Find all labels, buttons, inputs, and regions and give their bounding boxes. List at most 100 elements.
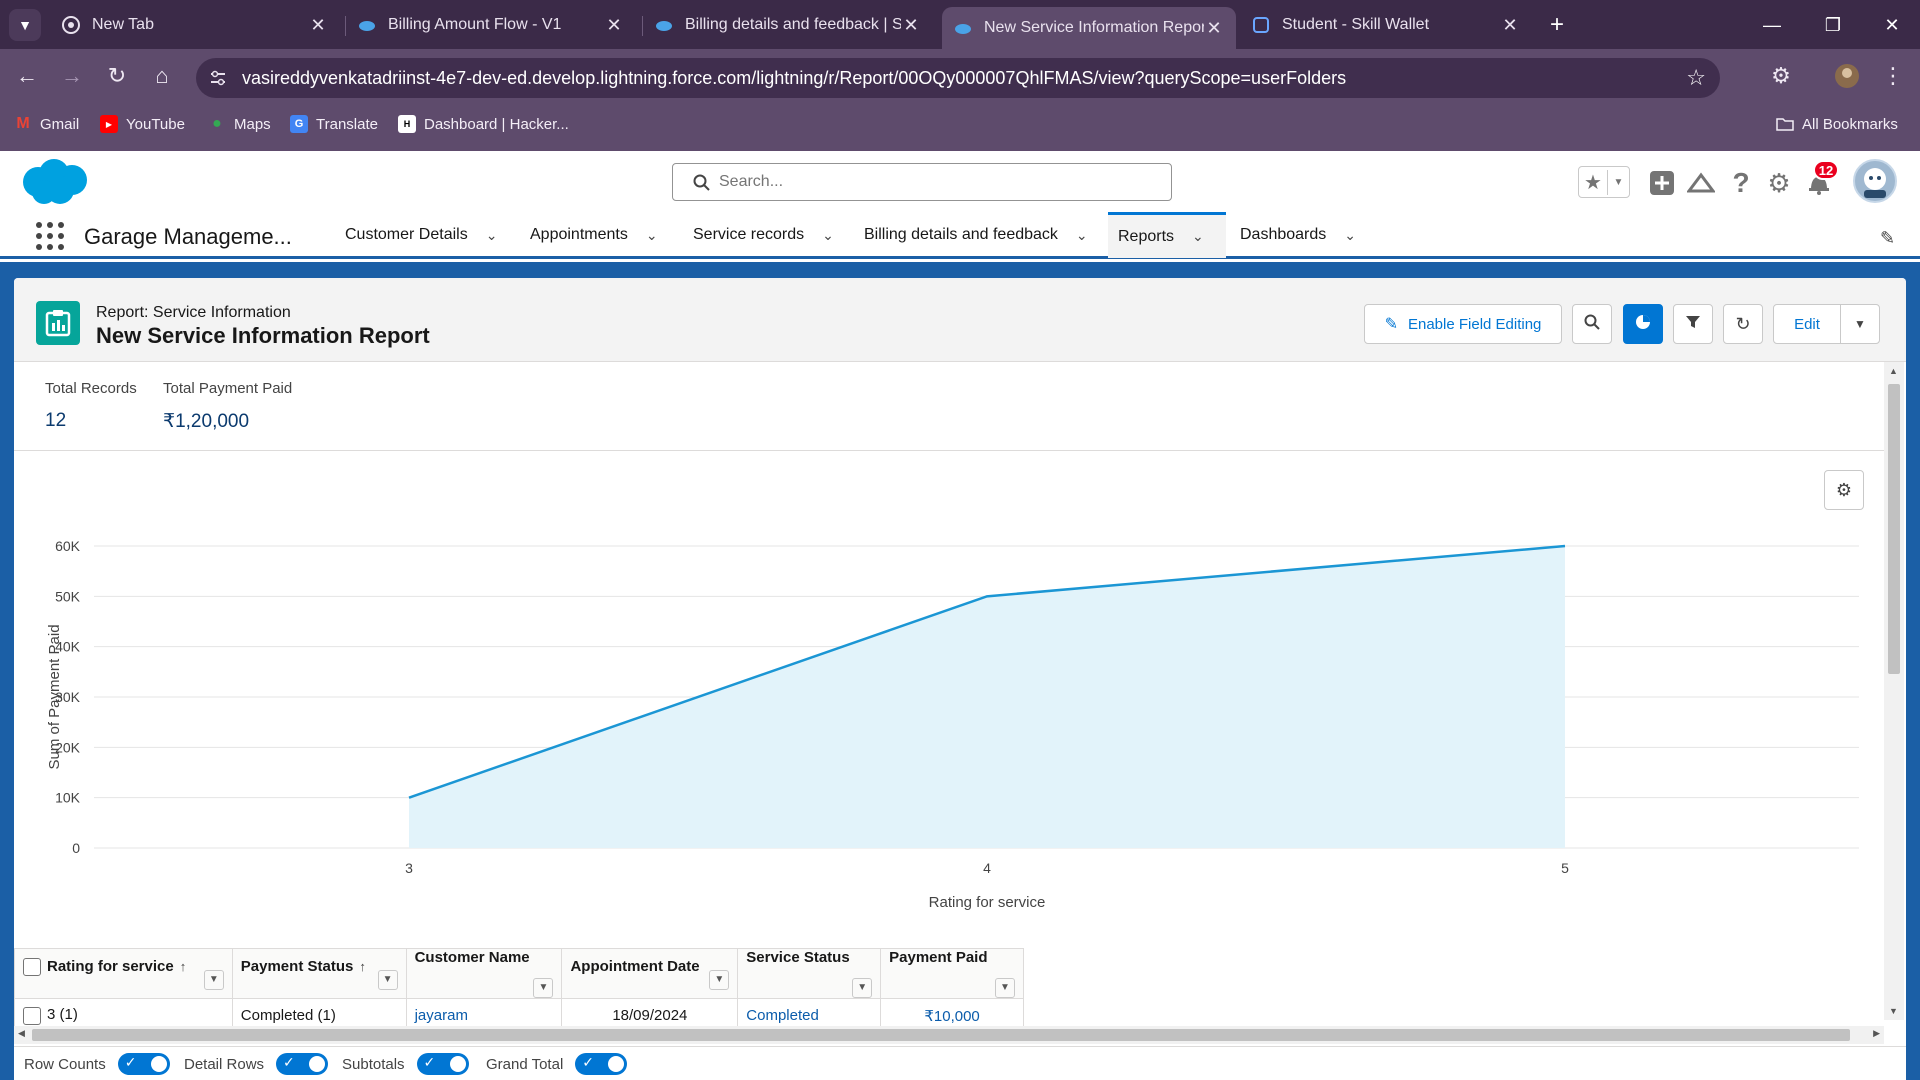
- horizontal-scrollbar[interactable]: ◀ ▶: [14, 1026, 1884, 1044]
- address-bar[interactable]: vasireddyvenkatadriinst-4e7-dev-ed.devel…: [196, 58, 1720, 98]
- column-header[interactable]: Rating for service ↑ ▼: [14, 948, 233, 999]
- toggle-switch[interactable]: ✓: [117, 1053, 170, 1075]
- nav-label: Customer Details: [345, 226, 468, 243]
- refresh-button[interactable]: ↻: [1723, 304, 1763, 344]
- search-report-button[interactable]: [1572, 304, 1612, 344]
- scroll-up-arrow[interactable]: ▲: [1889, 366, 1898, 376]
- chart-settings-button[interactable]: ⚙: [1824, 470, 1864, 510]
- browser-tab-active[interactable]: New Service Information Repor ✕: [942, 7, 1236, 49]
- column-menu-button[interactable]: ▼: [709, 969, 730, 990]
- salesforce-logo[interactable]: [18, 156, 92, 208]
- site-info-icon[interactable]: [208, 68, 228, 88]
- close-window-button[interactable]: ✕: [1872, 10, 1912, 40]
- tab-search-menu-button[interactable]: ▼: [9, 9, 41, 41]
- nav-item-dashboards[interactable]: Dashboards ⌄: [1230, 212, 1366, 258]
- scroll-left-arrow[interactable]: ◀: [18, 1028, 25, 1039]
- chevron-down-icon[interactable]: ⌄: [822, 227, 834, 244]
- close-icon[interactable]: ✕: [901, 15, 921, 36]
- bookmark-hackerrank[interactable]: H Dashboard | Hacker...: [398, 115, 569, 133]
- global-search[interactable]: [672, 163, 1172, 201]
- bookmark-translate[interactable]: G Translate: [290, 115, 378, 133]
- star-icon[interactable]: ★: [1579, 169, 1608, 195]
- chevron-down-icon[interactable]: ⌄: [1076, 227, 1088, 244]
- restore-button[interactable]: ❐: [1813, 10, 1853, 40]
- column-menu-button[interactable]: ▼: [203, 969, 224, 990]
- column-menu-button[interactable]: ▼: [533, 978, 554, 998]
- column-menu-button[interactable]: ▼: [995, 978, 1015, 998]
- profile-avatar-icon[interactable]: [1832, 61, 1862, 91]
- bookmark-gmail[interactable]: M Gmail: [14, 115, 79, 133]
- toggle-chart-button[interactable]: [1623, 304, 1663, 344]
- nav-item-service-records[interactable]: Service records ⌄: [683, 212, 844, 258]
- edit-button[interactable]: Edit: [1773, 304, 1841, 344]
- chevron-down-icon[interactable]: ⌄: [1344, 227, 1356, 244]
- browser-tab[interactable]: Billing Amount Flow - V1 ✕: [346, 7, 636, 43]
- sort-ascending-icon[interactable]: ↑: [359, 959, 366, 974]
- column-header[interactable]: Payment Paid ▼: [880, 948, 1024, 999]
- column-header[interactable]: Service Status ▼: [737, 948, 882, 999]
- filter-button[interactable]: [1673, 304, 1713, 344]
- select-all-checkbox[interactable]: [23, 957, 41, 976]
- grand-total-toggle[interactable]: Grand Total ✓: [486, 1053, 628, 1075]
- favorites-button-group[interactable]: ★ ▼: [1578, 166, 1630, 198]
- subtotals-toggle[interactable]: Subtotals ✓: [342, 1053, 469, 1075]
- scrollbar-thumb[interactable]: [1888, 384, 1900, 674]
- bookmark-maps[interactable]: ● Maps: [208, 115, 271, 133]
- chevron-down-icon[interactable]: ⌄: [646, 227, 658, 244]
- search-input[interactable]: [719, 170, 1159, 194]
- browser-menu-icon[interactable]: ⋮: [1878, 61, 1908, 91]
- close-icon[interactable]: ✕: [308, 15, 328, 36]
- app-launcher-icon[interactable]: [36, 222, 64, 250]
- bookmark-youtube[interactable]: ▶ YouTube: [100, 115, 185, 133]
- global-actions-icon[interactable]: [1647, 168, 1677, 198]
- browser-tab[interactable]: Billing details and feedback | Sa ✕: [643, 7, 933, 43]
- home-button[interactable]: ⌂: [147, 61, 177, 91]
- extensions-icon[interactable]: ⚙: [1766, 61, 1796, 91]
- enable-field-editing-button[interactable]: ✎ Enable Field Editing: [1364, 304, 1562, 344]
- column-header[interactable]: Payment Status ↑ ▼: [231, 948, 407, 999]
- customer-link[interactable]: jayaram: [415, 1007, 468, 1024]
- minimize-button[interactable]: —: [1752, 10, 1792, 40]
- forward-button[interactable]: →: [57, 61, 87, 91]
- nav-item-billing-details[interactable]: Billing details and feedback ⌄: [854, 212, 1098, 258]
- column-header[interactable]: Customer Name ▼: [405, 948, 563, 999]
- row-counts-toggle[interactable]: Row Counts ✓: [24, 1053, 170, 1075]
- new-tab-button[interactable]: +: [1542, 10, 1572, 40]
- sort-ascending-icon[interactable]: ↑: [180, 959, 187, 974]
- column-header[interactable]: Appointment Date ▼: [561, 948, 739, 999]
- chevron-down-icon[interactable]: ▼: [1608, 177, 1629, 188]
- toggle-switch[interactable]: ✓: [575, 1053, 628, 1075]
- all-bookmarks[interactable]: All Bookmarks: [1776, 115, 1898, 133]
- close-icon[interactable]: ✕: [1500, 15, 1520, 36]
- column-menu-button[interactable]: ▼: [852, 978, 873, 998]
- nav-item-customer-details[interactable]: Customer Details ⌄: [335, 212, 507, 258]
- help-icon[interactable]: ?: [1726, 167, 1756, 198]
- edit-nav-pencil-icon[interactable]: ✎: [1880, 228, 1895, 249]
- scroll-right-arrow[interactable]: ▶: [1873, 1028, 1880, 1039]
- trailhead-icon[interactable]: [1686, 168, 1716, 198]
- youtube-icon: ▶: [100, 115, 118, 133]
- nav-item-reports[interactable]: Reports ⌄: [1108, 212, 1226, 258]
- setup-gear-icon[interactable]: ⚙: [1764, 168, 1794, 198]
- nav-item-appointments[interactable]: Appointments ⌄: [520, 212, 668, 258]
- row-checkbox[interactable]: [23, 1006, 41, 1025]
- chevron-down-icon[interactable]: ⌄: [1192, 228, 1204, 245]
- detail-rows-toggle[interactable]: Detail Rows ✓: [184, 1053, 329, 1075]
- scrollbar-thumb[interactable]: [32, 1029, 1850, 1041]
- scroll-down-arrow[interactable]: ▼: [1889, 1006, 1898, 1016]
- toggle-switch[interactable]: ✓: [416, 1053, 469, 1075]
- chevron-down-icon[interactable]: ⌄: [486, 227, 498, 244]
- vertical-scrollbar[interactable]: ▲ ▼: [1884, 362, 1904, 1020]
- toggle-switch[interactable]: ✓: [276, 1053, 329, 1075]
- more-actions-button[interactable]: ▼: [1840, 304, 1880, 344]
- column-menu-button[interactable]: ▼: [377, 969, 398, 990]
- pencil-icon: ✎: [1384, 316, 1398, 333]
- reload-button[interactable]: ↻: [102, 61, 132, 91]
- browser-tab[interactable]: New Tab ✕: [50, 7, 340, 43]
- bookmark-star-icon[interactable]: ☆: [1686, 65, 1706, 91]
- back-button[interactable]: ←: [12, 61, 42, 91]
- browser-tab[interactable]: Student - Skill Wallet ✕: [1240, 7, 1532, 43]
- close-icon[interactable]: ✕: [604, 15, 624, 36]
- user-avatar[interactable]: [1853, 159, 1897, 203]
- close-icon[interactable]: ✕: [1204, 18, 1224, 39]
